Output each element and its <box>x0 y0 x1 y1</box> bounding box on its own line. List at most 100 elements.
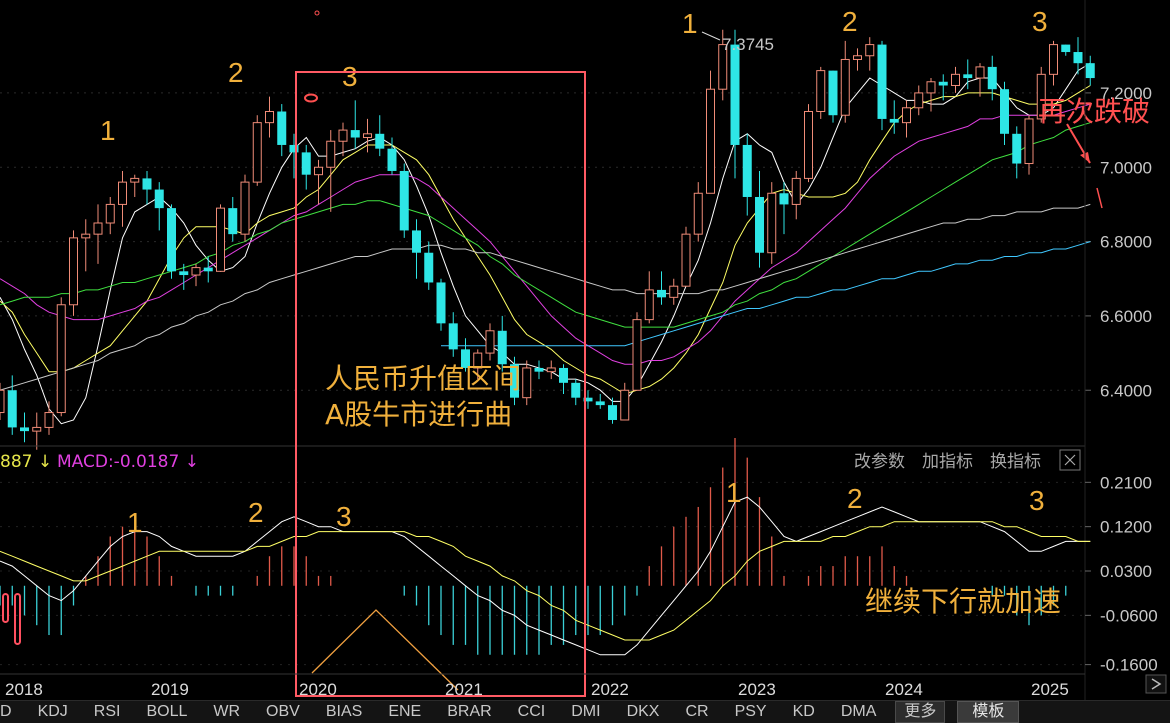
candle-body-up <box>81 233 91 239</box>
tab-boll[interactable]: BOLL <box>133 703 200 721</box>
scroll-right-button[interactable] <box>1145 674 1167 694</box>
candle-body-down <box>534 367 544 372</box>
candle <box>1049 40 1058 86</box>
candle <box>363 118 372 153</box>
candle-body-down <box>1000 89 1009 134</box>
tab-dma[interactable]: DMA <box>828 703 890 721</box>
year-label: 2020 <box>299 680 337 699</box>
candle-body-up <box>620 389 630 421</box>
candle-body-down <box>1061 44 1071 53</box>
candle <box>265 96 274 138</box>
year-label: 2022 <box>591 680 629 699</box>
tab-dkx[interactable]: DKX <box>614 703 673 721</box>
candle-body-down <box>289 144 299 153</box>
price-wave-label: 1 <box>100 115 116 146</box>
candle <box>240 174 250 242</box>
candle <box>963 59 973 90</box>
year-label: 2018 <box>5 680 43 699</box>
tab-bias[interactable]: BIAS <box>313 703 375 721</box>
tab-rsi[interactable]: RSI <box>81 703 134 721</box>
tab-partial[interactable]: D <box>0 703 25 721</box>
switch-indicator-button[interactable]: 换指标 <box>990 452 1041 472</box>
candle-body-down <box>1085 63 1095 79</box>
tab-brar[interactable]: BRAR <box>434 703 504 721</box>
candle-body-down <box>154 189 164 209</box>
candle <box>779 182 789 235</box>
candle <box>130 174 140 197</box>
candle-body-up <box>118 181 127 205</box>
candle <box>632 312 642 391</box>
tab-cr[interactable]: CR <box>672 703 721 721</box>
candle <box>216 204 225 272</box>
candle-body-up <box>693 192 703 235</box>
box-caption-line2: A股牛市进行曲 <box>325 398 512 431</box>
candle-body-up <box>485 330 495 354</box>
orange-v-annotation <box>311 609 459 691</box>
candle-body-down <box>595 401 605 406</box>
candle-body-up <box>816 70 826 113</box>
candle <box>203 256 213 283</box>
candle <box>657 271 666 305</box>
macd-wave-label: 1 <box>127 507 143 538</box>
candle-body-up <box>130 177 140 183</box>
max-marker-pointer <box>701 31 721 41</box>
tab-obv[interactable]: OBV <box>253 703 313 721</box>
year-label: 2024 <box>885 680 923 699</box>
more-button[interactable]: 更多 <box>895 701 946 723</box>
candle-body-up <box>644 289 654 321</box>
candle-body-down <box>387 148 397 171</box>
candle <box>706 70 715 194</box>
tab-cci[interactable]: CCI <box>505 703 559 721</box>
close-icon[interactable] <box>1064 454 1076 466</box>
scroll-right-box[interactable] <box>1145 674 1167 694</box>
candle-body-down <box>1073 52 1083 64</box>
candle <box>7 375 17 435</box>
candle-body-up <box>865 44 875 57</box>
add-indicator-button[interactable]: 加指标 <box>922 452 973 472</box>
candle <box>424 241 434 290</box>
candle <box>926 78 936 112</box>
price-wave-labels: 1 2 3 1 2 3 <box>100 6 1048 146</box>
candle <box>816 66 826 119</box>
candle-body-up <box>791 177 801 205</box>
tab-ene[interactable]: ENE <box>375 703 434 721</box>
macd-tick-label: 0.2100 <box>1100 473 1152 492</box>
ma-line-ma10 <box>0 85 1091 395</box>
ma-line-ma20 <box>0 103 1091 365</box>
candle <box>840 40 850 123</box>
tab-dmi[interactable]: DMI <box>558 703 613 721</box>
candle <box>179 263 189 290</box>
tab-wr[interactable]: WR <box>200 703 253 721</box>
candle <box>375 115 385 157</box>
candle <box>693 182 703 242</box>
candle-body-up <box>546 367 556 373</box>
candle-body-up <box>216 207 225 272</box>
candle-body-up <box>669 285 679 298</box>
candle <box>889 100 899 134</box>
candle <box>865 37 875 71</box>
close-panel-button[interactable] <box>1059 449 1081 471</box>
candle <box>914 85 924 116</box>
candle-body-up <box>902 107 911 124</box>
candle-body-down <box>277 111 287 145</box>
candle-body-down <box>963 74 973 79</box>
candle-body-up <box>363 133 372 139</box>
candle-body-up <box>314 166 323 176</box>
candle-body-down <box>203 267 213 272</box>
tab-kd[interactable]: KD <box>780 703 828 721</box>
candle-body-down <box>755 196 764 253</box>
candle <box>0 382 5 420</box>
macd-tick-label: 0.1200 <box>1100 518 1152 537</box>
price-wave-label: 2 <box>228 57 244 88</box>
candle <box>877 40 887 131</box>
price-tick-label: 6.8000 <box>1100 233 1152 252</box>
tab-psy[interactable]: PSY <box>722 703 780 721</box>
ma-line-ma30 <box>0 122 1091 328</box>
candle-body-down <box>436 282 446 324</box>
candle <box>301 144 311 190</box>
edit-params-button[interactable]: 改参数 <box>854 452 905 472</box>
tab-kdj[interactable]: KDJ <box>25 703 81 721</box>
candle-body-up <box>926 81 936 94</box>
macd-wave-label: 3 <box>336 501 352 532</box>
template-button[interactable]: 模板 <box>957 701 1020 723</box>
